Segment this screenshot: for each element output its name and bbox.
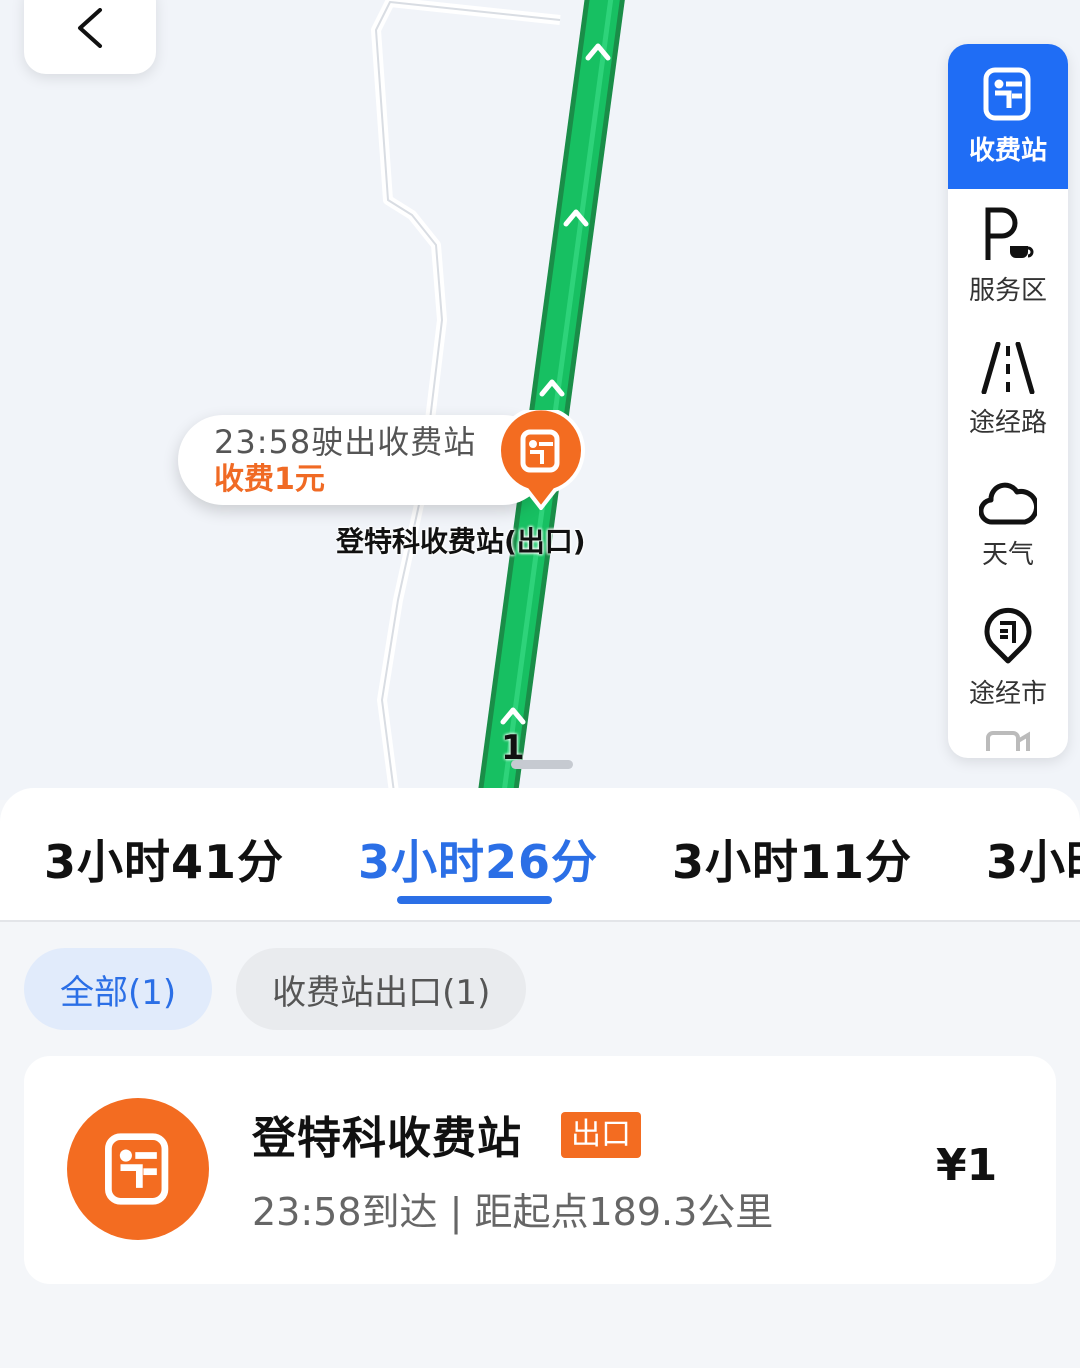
filter-toll-exit[interactable]: 收费站出口(1) bbox=[236, 948, 527, 1030]
route-tabs: 3小时41分 3小时26分 3小时11分 3小时 bbox=[0, 788, 1080, 922]
station-map-label: 登特科收费站(出口) bbox=[336, 525, 586, 558]
tab-route-3[interactable]: 3小时11分 bbox=[672, 826, 912, 892]
route-map-graphic bbox=[371, 0, 625, 800]
tab-route-2[interactable]: 3小时26分 bbox=[358, 826, 598, 892]
toll-price: ¥1 bbox=[936, 1140, 998, 1191]
toll-station-pin-icon bbox=[497, 406, 585, 512]
cloud-icon bbox=[979, 482, 1037, 525]
tab-route-1[interactable]: 3小时41分 bbox=[44, 826, 284, 892]
side-item-label: 收费站 bbox=[968, 136, 1047, 166]
side-item-label: 天气 bbox=[981, 539, 1034, 570]
side-item-roads[interactable]: 途经路 bbox=[948, 323, 1068, 457]
toll-station-avatar bbox=[67, 1098, 209, 1240]
side-item-toll-station[interactable]: 收费站 bbox=[948, 44, 1068, 189]
filter-all[interactable]: 全部(1) bbox=[24, 948, 213, 1030]
active-tab-indicator bbox=[397, 896, 552, 904]
map-side-panel: 收费站 服务区 途经路 天气 途经市 bbox=[948, 44, 1068, 758]
bottom-sheet: 3小时41分 3小时26分 3小时11分 3小时 全部(1) 收费站出口(1) … bbox=[0, 788, 1080, 1368]
side-item-label: 途经路 bbox=[968, 407, 1047, 438]
map-view[interactable]: 23:58驶出收费站 收费1元 登特科收费站(出口) 1 收费站 服务区 途经路… bbox=[0, 0, 1080, 800]
toll-station-card[interactable]: 登特科收费站 出口 23:58到达 | 距起点189.3公里 ¥1 bbox=[24, 1056, 1056, 1284]
toll-station-icon bbox=[105, 1133, 169, 1205]
filter-chips: 全部(1) 收费站出口(1) bbox=[24, 948, 550, 1030]
city-pin-icon bbox=[984, 607, 1032, 663]
toll-info-bubble[interactable]: 23:58驶出收费站 收费1元 bbox=[178, 415, 548, 505]
station-name: 登特科收费站 bbox=[252, 1113, 522, 1164]
side-item-label: 服务区 bbox=[968, 275, 1047, 306]
side-item-cities[interactable]: 途经市 bbox=[948, 591, 1068, 725]
sheet-drag-handle[interactable] bbox=[511, 760, 573, 769]
back-button[interactable] bbox=[24, 0, 156, 74]
toll-station-icon bbox=[983, 67, 1031, 121]
camera-icon bbox=[986, 731, 1030, 751]
service-area-icon bbox=[985, 207, 1034, 260]
station-arrival-info: 23:58到达 | 距起点189.3公里 bbox=[252, 1190, 774, 1234]
road-icon bbox=[981, 341, 1035, 394]
side-item-weather[interactable]: 天气 bbox=[948, 457, 1068, 591]
side-item-more[interactable] bbox=[948, 725, 1068, 758]
toll-station-marker[interactable] bbox=[497, 406, 585, 514]
side-item-service-area[interactable]: 服务区 bbox=[948, 189, 1068, 323]
exit-badge: 出口 bbox=[561, 1112, 641, 1158]
tab-route-4[interactable]: 3小时 bbox=[986, 826, 1080, 892]
chevron-left-icon bbox=[78, 8, 102, 48]
side-item-label: 途经市 bbox=[968, 678, 1047, 709]
